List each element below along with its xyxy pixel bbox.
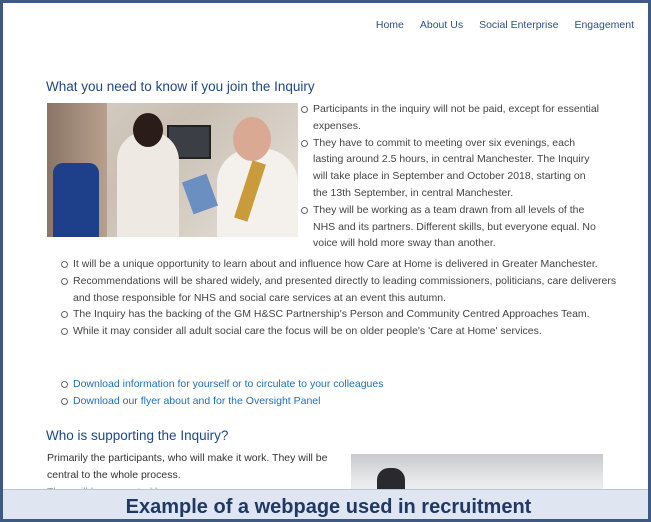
nav-home[interactable]: Home: [376, 19, 404, 31]
support-paragraph: Primarily the participants, who will mak…: [47, 452, 328, 481]
photo-bullet-list: Participants in the inquiry will not be …: [301, 101, 601, 252]
list-item: Participants in the inquiry will not be …: [301, 101, 601, 135]
caption-banner: Example of a webpage used in recruitment: [3, 489, 648, 519]
section-heading-support: Who is supporting the Inquiry?: [46, 428, 229, 443]
carer-photo: [47, 103, 298, 237]
list-item: They will be working as a team drawn fro…: [301, 202, 601, 252]
nav-social-enterprise[interactable]: Social Enterprise: [479, 19, 558, 31]
webpage-frame: Home About Us Social Enterprise Engageme…: [0, 0, 651, 522]
list-item: While it may consider all adult social c…: [61, 323, 631, 340]
photo-carer-head: [133, 113, 163, 147]
top-nav: Home About Us Social Enterprise Engageme…: [376, 19, 634, 31]
support-photo: [351, 454, 603, 494]
download-links: Download information for yourself or to …: [61, 376, 631, 409]
list-item: They have to commit to meeting over six …: [301, 135, 601, 202]
list-item: Recommendations will be shared widely, a…: [61, 273, 631, 307]
list-item: It will be a unique opportunity to learn…: [61, 256, 631, 273]
section-heading-join: What you need to know if you join the In…: [46, 79, 315, 94]
nav-engagement[interactable]: Engagement: [574, 19, 634, 31]
photo-chair: [53, 163, 99, 237]
download-info-link[interactable]: Download information for yourself or to …: [61, 376, 631, 393]
nav-about-us[interactable]: About Us: [420, 19, 463, 31]
photo-older-man-head: [233, 117, 271, 161]
bullet-list: It will be a unique opportunity to learn…: [61, 256, 631, 340]
download-flyer-link[interactable]: Download our flyer about and for the Ove…: [61, 393, 631, 410]
photo-leaflet: [181, 173, 219, 215]
list-item: The Inquiry has the backing of the GM H&…: [61, 306, 631, 323]
